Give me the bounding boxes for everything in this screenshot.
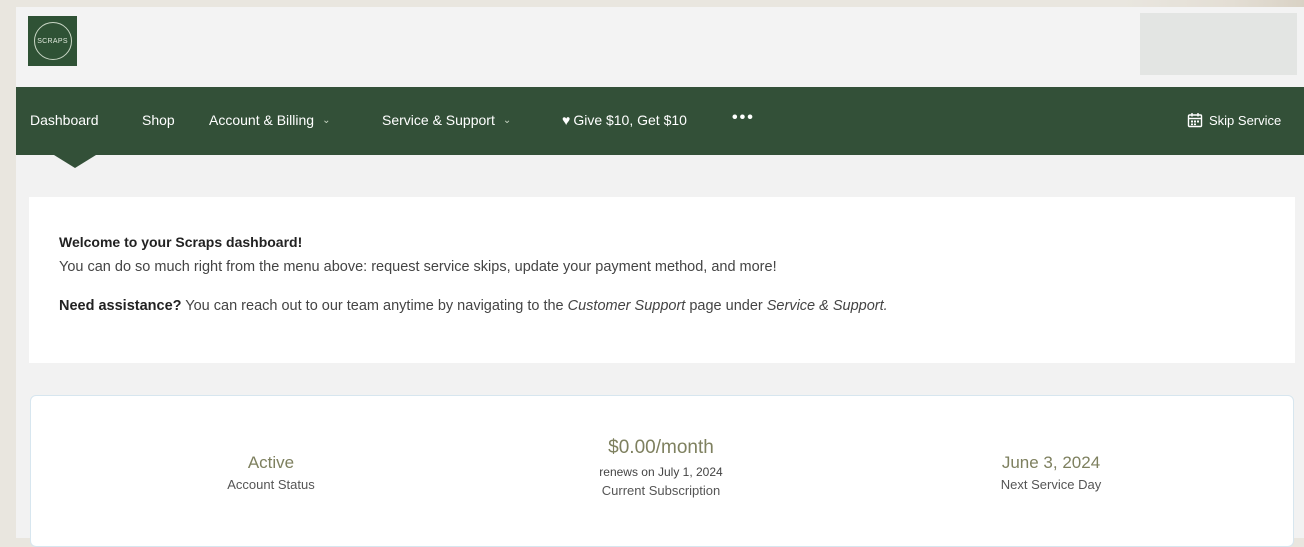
logo-text: SCRAPS bbox=[37, 37, 68, 45]
service-support-ref: Service & Support. bbox=[766, 298, 888, 314]
subscription-stat: $0.00/month renews on July 1, 2024 Curre… bbox=[571, 437, 751, 498]
nav-service-support-label: Service & Support bbox=[382, 112, 495, 128]
scraps-logo[interactable]: SCRAPS bbox=[28, 16, 77, 66]
next-service-label: Next Service Day bbox=[1000, 477, 1102, 492]
subscription-renewal: renews on July 1, 2024 bbox=[599, 465, 723, 479]
assistance-text-part: page under bbox=[685, 298, 767, 314]
subscription-label: Current Subscription bbox=[601, 483, 721, 498]
nav-more[interactable]: ••• bbox=[732, 109, 755, 127]
chevron-down-icon: ⌄ bbox=[502, 114, 512, 126]
skip-service-label: Skip Service bbox=[1209, 112, 1282, 128]
nav-dashboard-label: Dashboard bbox=[30, 112, 99, 128]
nav-referral[interactable]: ♥ Give $10, Get $10 bbox=[562, 112, 687, 128]
nav-referral-label: Give $10, Get $10 bbox=[573, 112, 687, 128]
welcome-text: You can do so much right from the menu a… bbox=[59, 259, 777, 275]
main-nav: Dashboard Shop Account & Billing ⌄ Servi… bbox=[16, 87, 1304, 155]
nav-account-billing-label: Account & Billing bbox=[209, 112, 315, 128]
nav-dashboard[interactable]: Dashboard bbox=[30, 112, 99, 128]
account-summary-card: Active Account Status $0.00/month renews… bbox=[30, 395, 1294, 547]
nav-shop[interactable]: Shop bbox=[142, 112, 175, 128]
welcome-panel: Welcome to your Scraps dashboard! You ca… bbox=[29, 197, 1295, 363]
logo-emblem: SCRAPS bbox=[33, 22, 72, 60]
heart-icon: ♥ bbox=[562, 112, 571, 128]
next-service-stat: June 3, 2024 Next Service Day bbox=[961, 453, 1141, 492]
assistance-text: Need assistance? You can reach out to ou… bbox=[59, 298, 888, 314]
skip-service-link[interactable]: Skip Service bbox=[1187, 112, 1281, 128]
user-area-placeholder[interactable] bbox=[1140, 13, 1297, 75]
subscription-value: $0.00/month bbox=[608, 437, 714, 458]
nav-service-support[interactable]: Service & Support ⌄ bbox=[382, 112, 511, 128]
top-header: SCRAPS bbox=[16, 7, 1304, 87]
account-status-label: Account Status bbox=[227, 477, 315, 492]
more-dots-icon: ••• bbox=[732, 109, 755, 126]
account-status-value: Active bbox=[247, 453, 295, 472]
welcome-title: Welcome to your Scraps dashboard! bbox=[59, 234, 303, 250]
customer-support-ref: Customer Support bbox=[567, 298, 686, 314]
assistance-text-part: You can reach out to our team anytime by… bbox=[181, 298, 568, 314]
next-service-value: June 3, 2024 bbox=[1001, 453, 1101, 472]
app-window: SCRAPS Dashboard Shop Account & Billing … bbox=[16, 7, 1304, 547]
assistance-heading: Need assistance? bbox=[59, 298, 182, 314]
calendar-icon bbox=[1187, 113, 1203, 128]
chevron-down-icon: ⌄ bbox=[322, 114, 331, 126]
account-status-stat: Active Account Status bbox=[191, 453, 351, 492]
nav-shop-label: Shop bbox=[142, 112, 175, 128]
nav-account-billing[interactable]: Account & Billing ⌄ bbox=[209, 112, 330, 128]
active-tab-indicator bbox=[54, 155, 96, 168]
